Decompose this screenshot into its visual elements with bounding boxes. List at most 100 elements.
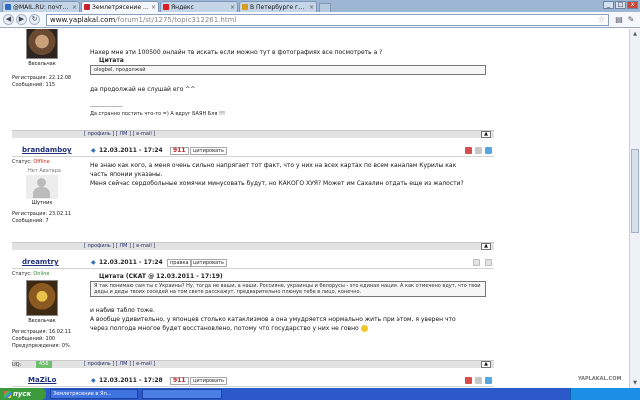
- start-label: пуск: [13, 390, 32, 398]
- post-text: и набив табло тоже.: [90, 307, 155, 314]
- plus-icon[interactable]: [485, 147, 492, 154]
- reg-date: 16.02.11: [48, 329, 72, 335]
- post-text: Меня сейчас сердобольные хомячки минусов…: [90, 180, 464, 187]
- minimize-button[interactable]: _: [603, 1, 614, 9]
- user-rank: Весельчак: [28, 318, 56, 324]
- post-text: А вообще удивительно, у японцев столько …: [90, 316, 456, 323]
- post-rating[interactable]: 911: [170, 377, 189, 385]
- user-meta: Регистрация: 23.02.11 Сообщений: 7: [12, 211, 82, 225]
- scroll-top-icon[interactable]: ▲: [481, 131, 491, 138]
- post-body: Цитата (CKAT @ 12.03.2011 - 17:19) Я так…: [90, 273, 494, 333]
- post-link-icon[interactable]: ◆: [91, 259, 96, 266]
- close-tab-icon[interactable]: ×: [309, 4, 314, 11]
- user-info: Статус: Online Весельчак Регистрация: 16…: [12, 271, 82, 350]
- forum-post: Статус: Online Весельчак Регистрация: 16…: [12, 271, 494, 371]
- browser-tab-yaplakal[interactable]: Землетрясение в Японии ... ×: [81, 1, 159, 12]
- plus-icon[interactable]: [485, 377, 492, 384]
- profile-links[interactable]: [ профиль ] [ ЛМ ] [ e-mail ]: [84, 361, 155, 367]
- new-tab-button[interactable]: [319, 3, 331, 12]
- windows-taskbar: пуск Землетрясение в Яп...: [0, 388, 640, 400]
- post-rating[interactable]: 911: [170, 147, 189, 155]
- status-label: Статус:: [12, 159, 32, 165]
- back-arrow-icon[interactable]: ◀: [3, 14, 14, 25]
- status-value: Offline: [33, 159, 50, 165]
- news-favicon-icon: [242, 4, 248, 10]
- warn-label: Предупреждения:: [12, 343, 61, 349]
- pause-icon[interactable]: [475, 377, 482, 384]
- forward-arrow-icon[interactable]: ▶: [16, 14, 27, 25]
- username-link[interactable]: MaZiLo: [28, 376, 56, 384]
- quote-button[interactable]: цитировать: [190, 259, 227, 267]
- vertical-scrollbar[interactable]: ▲ ▼: [629, 29, 640, 388]
- system-tray: [570, 388, 640, 400]
- browser-toolbar: ◀ ▶ ↻ www.yaplakal.com /forum1/st/1275/t…: [0, 12, 640, 28]
- edit-button[interactable]: правка: [167, 259, 192, 267]
- pause-icon[interactable]: [475, 147, 482, 154]
- taskbar-item[interactable]: [142, 389, 222, 399]
- quote-box: Я так понимаю сам ты с Украины? Ну, тогд…: [90, 281, 486, 297]
- maximize-button[interactable]: □: [615, 1, 626, 9]
- post-link-icon[interactable]: ◆: [91, 377, 96, 384]
- start-button[interactable]: пуск: [0, 388, 46, 400]
- browser-tab-mail[interactable]: @MAIL.RU: почта, новости... ×: [2, 1, 80, 12]
- profile-links[interactable]: [ профиль ] [ ЛМ ] [ e-mail ]: [84, 131, 155, 137]
- browser-tab-news[interactable]: В Петербурге глыба льда... ×: [239, 1, 317, 12]
- quote-box: olegbel, продолжай: [90, 65, 486, 75]
- scroll-top-icon[interactable]: ▲: [481, 243, 491, 250]
- post-body: Не знаю как кого, а меня очень сильно на…: [90, 161, 494, 188]
- post-header-bar: brandamboy ◆ 12.03.2011 - 17:24 911 цити…: [12, 145, 494, 157]
- mail-favicon-icon: [5, 4, 11, 10]
- user-info: Весельчак Регистрация: 22.12.08 Сообщени…: [12, 29, 82, 89]
- taskbar-item-browser[interactable]: Землетрясение в Яп...: [50, 389, 138, 399]
- post-text: Не знаю как кого, а меня очень сильно на…: [90, 162, 457, 169]
- close-tab-icon[interactable]: ×: [72, 4, 77, 11]
- quote-title: Цитата (CKAT @ 12.03.2011 - 17:19): [99, 273, 223, 280]
- scrollbar-thumb[interactable]: [631, 149, 639, 233]
- quote-button[interactable]: цитировать: [190, 147, 227, 155]
- post-links-bar: [ профиль ] [ ЛМ ] [ e-mail ] ▲: [12, 130, 494, 138]
- warn-value: 0%: [61, 343, 70, 349]
- page-menu-icon[interactable]: ▤: [613, 14, 625, 25]
- quote-button[interactable]: цитировать: [190, 377, 227, 385]
- signature: Да странно постить что-то =) А вдруг БАЯ…: [90, 111, 226, 117]
- bookmark-star-icon[interactable]: ☆: [598, 15, 605, 24]
- msgs-count: 7: [45, 218, 49, 224]
- address-bar[interactable]: www.yaplakal.com /forum1/st/1275/topic31…: [46, 13, 609, 26]
- close-tab-icon[interactable]: ×: [151, 4, 156, 11]
- username-link[interactable]: dreamtry: [22, 258, 59, 266]
- report-icon[interactable]: [465, 377, 472, 384]
- taskbar-item-label: Землетрясение в Яп...: [53, 391, 112, 397]
- post-links-bar: [ профиль ] [ ЛМ ] [ e-mail ] ▲: [12, 242, 494, 250]
- scroll-down-arrow-icon[interactable]: ▼: [631, 379, 639, 387]
- no-avatar-text: Нет Аватара: [28, 168, 61, 174]
- username-link[interactable]: brandamboy: [22, 146, 72, 154]
- reload-icon[interactable]: ↻: [29, 14, 40, 25]
- checkbox-icon[interactable]: [473, 259, 480, 266]
- report-icon[interactable]: [465, 147, 472, 154]
- profile-links[interactable]: [ профиль ] [ ЛМ ] [ e-mail ]: [84, 243, 155, 249]
- browser-tab-yandex[interactable]: Яндекс ×: [160, 1, 238, 12]
- post-text-line: через полгода многое будет восстановлено…: [90, 325, 359, 332]
- scroll-top-icon[interactable]: ▲: [481, 361, 491, 368]
- scroll-up-arrow-icon[interactable]: ▲: [631, 30, 639, 38]
- msgs-count: 115: [45, 82, 56, 88]
- forum-post: Весельчак Регистрация: 22.12.08 Сообщени…: [12, 29, 494, 135]
- avatar[interactable]: [26, 29, 58, 59]
- windows-logo-icon: [4, 390, 11, 398]
- status-value: Online: [33, 271, 50, 277]
- user-info: Статус: Offline Нет Аватара Шутник Регис…: [12, 159, 82, 225]
- yaplakal-favicon-icon: [84, 4, 90, 10]
- uq-label: UQ:: [12, 362, 22, 368]
- browser-tab-strip: @MAIL.RU: почта, новости... × Землетрясе…: [0, 0, 640, 12]
- post-link-icon[interactable]: ◆: [91, 147, 96, 154]
- avatar[interactable]: [26, 280, 58, 316]
- close-window-button[interactable]: x: [627, 1, 638, 9]
- post-text: да продолжай не слушай его ^^: [90, 86, 196, 93]
- user-status: Статус: Online: [12, 271, 82, 278]
- reg-label: Регистрация:: [12, 211, 48, 217]
- checkbox-icon[interactable]: [485, 259, 492, 266]
- wrench-icon[interactable]: ✎: [625, 14, 637, 25]
- close-tab-icon[interactable]: ×: [230, 4, 235, 11]
- avatar[interactable]: [26, 175, 58, 199]
- page-content: Весельчак Регистрация: 22.12.08 Сообщени…: [0, 29, 640, 388]
